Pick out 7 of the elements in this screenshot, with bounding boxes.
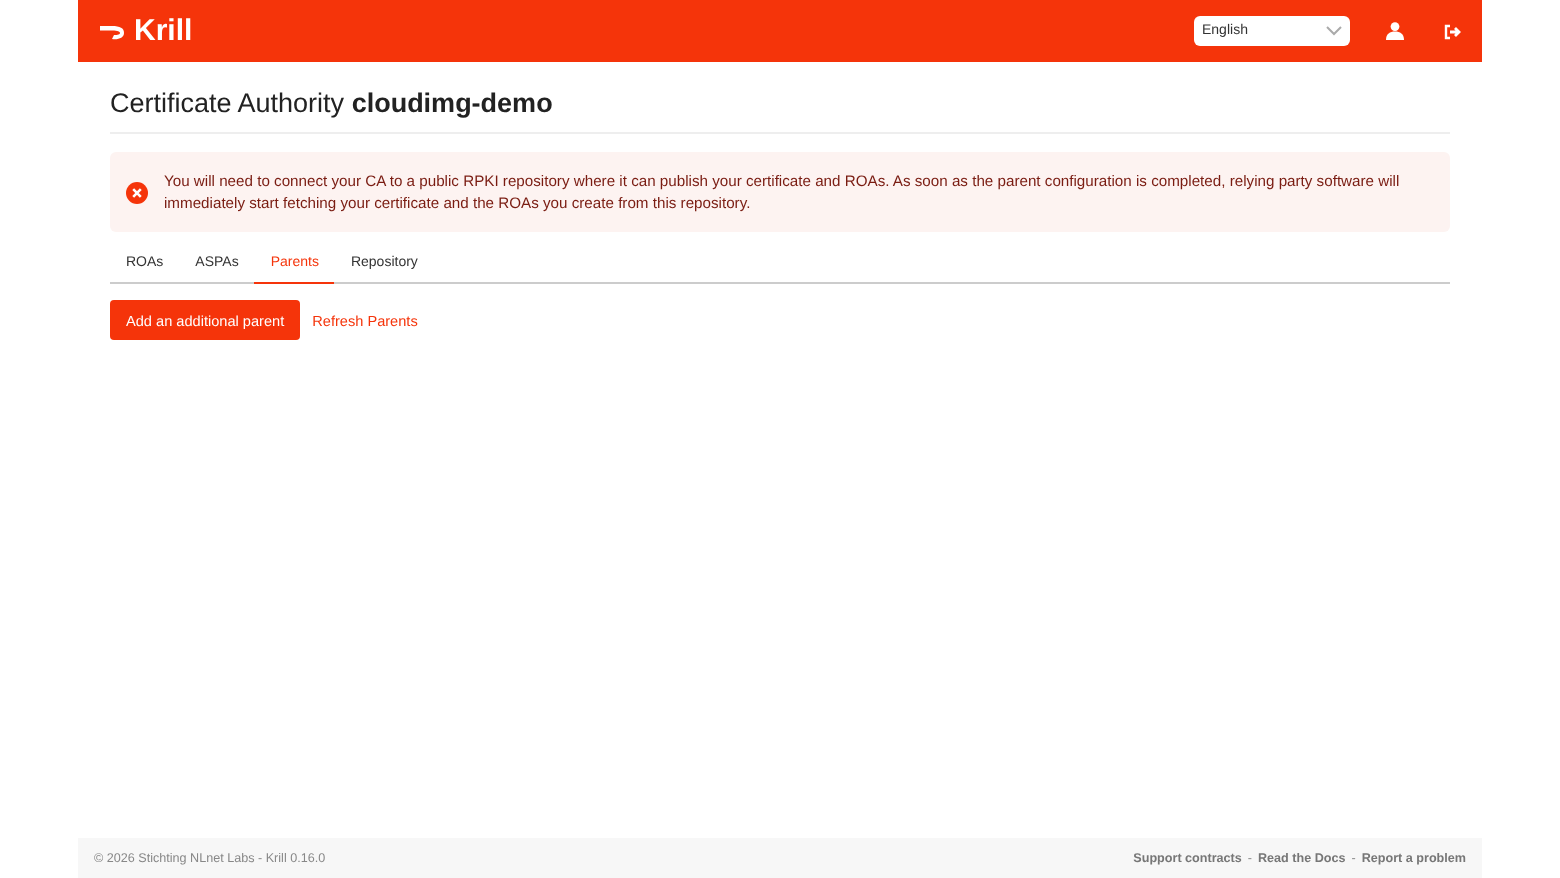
- chevron-down-icon: [1326, 26, 1342, 36]
- shrimp-icon: [98, 22, 130, 40]
- page-title: Certificate Authority cloudimg-demo: [110, 62, 1450, 134]
- error-icon: [126, 181, 148, 203]
- user-icon[interactable]: [1386, 22, 1404, 40]
- logout-icon[interactable]: [1444, 23, 1462, 39]
- logo-text: Krill: [134, 14, 193, 48]
